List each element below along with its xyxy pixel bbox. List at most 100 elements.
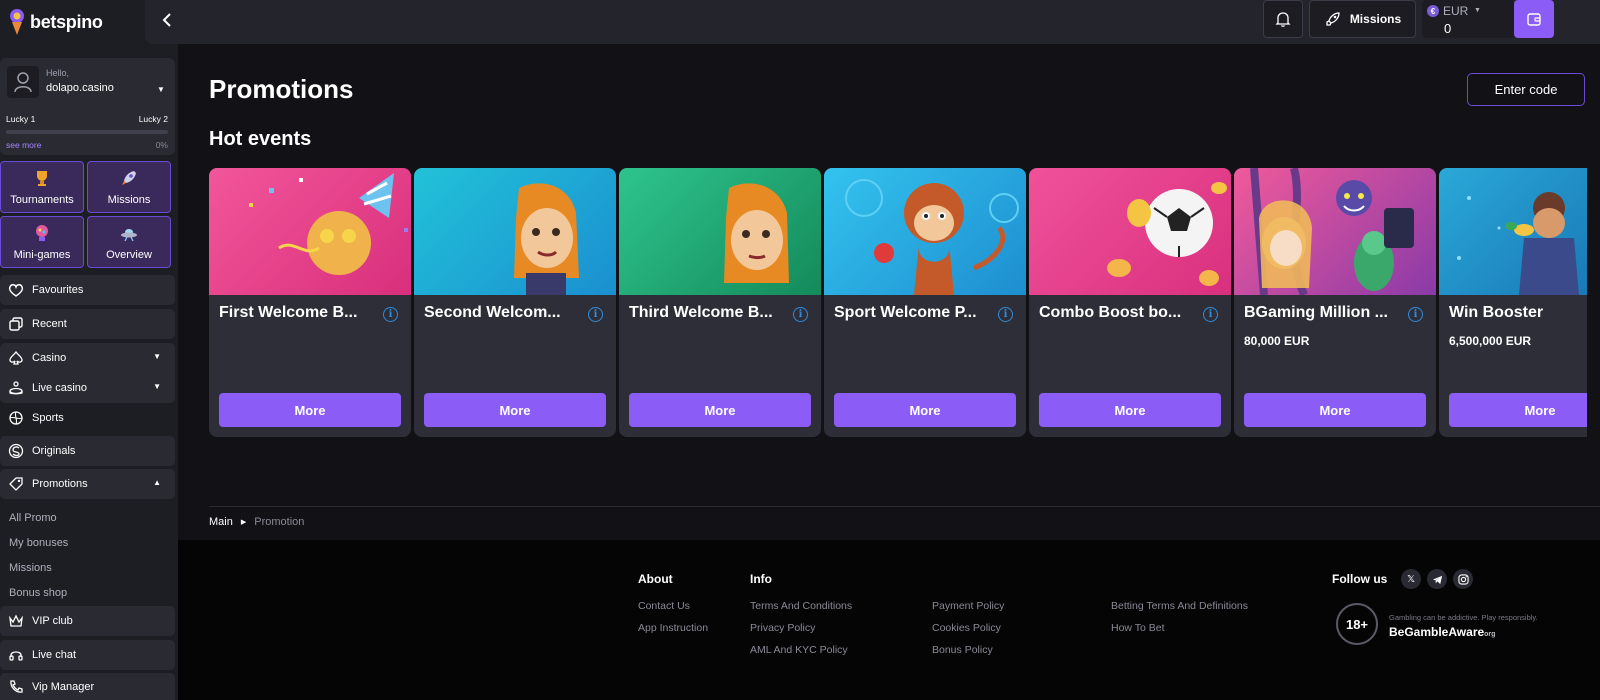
- nav-label: Casino: [32, 352, 67, 364]
- info-icon[interactable]: i: [998, 307, 1013, 322]
- promo-card[interactable]: Combo Boost bo... i More: [1029, 168, 1231, 437]
- footer-link[interactable]: Contact Us: [638, 600, 690, 612]
- chevron-left-icon: [162, 13, 171, 27]
- quick-link-mini-games[interactable]: Mini-games: [0, 216, 84, 268]
- age-restriction-badge: 18+: [1336, 603, 1378, 645]
- footer-about-heading: About: [638, 572, 673, 586]
- footer-link[interactable]: Cookies Policy: [932, 622, 1001, 634]
- promo-card-amount: 80,000 EUR: [1244, 334, 1310, 348]
- nav-label: Originals: [32, 445, 76, 457]
- nav-sports[interactable]: Sports: [0, 403, 175, 433]
- promo-card[interactable]: First Welcome B... i More: [209, 168, 411, 437]
- quick-link-overview[interactable]: Overview: [87, 216, 171, 268]
- nav-casino[interactable]: Casino ▼: [0, 348, 161, 368]
- quick-link-missions[interactable]: Missions: [87, 161, 171, 213]
- more-button[interactable]: More: [629, 393, 811, 427]
- footer-link[interactable]: Betting Terms And Definitions: [1111, 600, 1248, 612]
- caret-up-icon[interactable]: ▲: [153, 478, 161, 487]
- info-icon[interactable]: i: [1203, 307, 1218, 322]
- nav-casino-group: Casino ▼ Live casino ▼: [0, 343, 175, 403]
- wallet-button[interactable]: [1514, 0, 1554, 38]
- more-button[interactable]: More: [834, 393, 1016, 427]
- telegram-icon[interactable]: [1427, 569, 1447, 589]
- caret-down-icon[interactable]: ▼: [153, 352, 161, 361]
- rocket-icon: [119, 168, 139, 188]
- more-button[interactable]: More: [424, 393, 606, 427]
- nav-vip-club[interactable]: VIP club: [0, 606, 175, 636]
- see-more-link[interactable]: see more: [6, 140, 41, 150]
- breadcrumb-main-link[interactable]: Main: [209, 516, 233, 528]
- enter-code-button[interactable]: Enter code: [1467, 73, 1585, 106]
- crown-icon: [6, 611, 26, 631]
- promo-card[interactable]: Win Booster 6,500,000 EUR More: [1439, 168, 1587, 437]
- footer-link[interactable]: Payment Policy: [932, 600, 1004, 612]
- nav-live-casino[interactable]: Live casino ▼: [0, 378, 161, 398]
- footer-link[interactable]: Bonus Policy: [932, 644, 993, 656]
- heart-icon: [6, 280, 26, 300]
- begambleaware-logo[interactable]: BeGambleAwareorg: [1389, 625, 1495, 639]
- quick-link-tournaments[interactable]: Tournaments: [0, 161, 84, 213]
- user-avatar-icon: [14, 72, 32, 93]
- phone-icon: [6, 677, 26, 697]
- collapse-sidebar-button[interactable]: [157, 10, 177, 30]
- quick-link-label: Mini-games: [13, 249, 71, 261]
- quick-link-label: Missions: [107, 194, 151, 206]
- nav-promotions[interactable]: Promotions ▲: [0, 469, 175, 499]
- footer-link[interactable]: App Instruction: [638, 622, 708, 634]
- more-button[interactable]: More: [1449, 393, 1587, 427]
- footer-link[interactable]: Terms And Conditions: [750, 600, 852, 612]
- x-twitter-icon[interactable]: 𝕏: [1401, 569, 1421, 589]
- currency-selector[interactable]: € EUR ▼ 0: [1422, 0, 1514, 38]
- brand-logo[interactable]: betspino: [8, 6, 103, 38]
- sub-item-my-bonuses[interactable]: My bonuses: [9, 537, 68, 549]
- section-title: Hot events: [209, 128, 312, 150]
- progress-percent: 0%: [155, 140, 168, 150]
- footer-info-heading: Info: [750, 572, 772, 586]
- promo-card-title: Sport Welcome P...: [834, 304, 977, 321]
- rocket-icon: [1326, 12, 1340, 26]
- nav-live-chat[interactable]: Live chat: [0, 640, 175, 670]
- caret-down-icon[interactable]: ▼: [157, 85, 165, 94]
- nav-recent[interactable]: Recent: [0, 309, 175, 339]
- sub-item-bonus-shop[interactable]: Bonus shop: [9, 587, 67, 599]
- caret-down-icon[interactable]: ▼: [153, 382, 161, 391]
- username[interactable]: dolapo.casino: [46, 82, 114, 94]
- info-icon[interactable]: i: [383, 307, 398, 322]
- nav-favourites[interactable]: Favourites: [0, 275, 175, 305]
- breadcrumb-separator-icon: ▶: [240, 519, 247, 526]
- promo-card-image: [414, 168, 616, 295]
- instagram-icon[interactable]: [1453, 569, 1473, 589]
- promo-card-image: [1029, 168, 1231, 295]
- avatar[interactable]: [7, 66, 39, 98]
- promo-card-title: First Welcome B...: [219, 304, 358, 321]
- footer-link[interactable]: Privacy Policy: [750, 622, 815, 634]
- more-button[interactable]: More: [1244, 393, 1426, 427]
- tag-icon: [6, 474, 26, 494]
- footer-link[interactable]: How To Bet: [1111, 622, 1165, 634]
- info-icon[interactable]: i: [1408, 307, 1423, 322]
- footer-link[interactable]: AML And KYC Policy: [750, 644, 848, 656]
- gamble-brand-name: BeGambleAware: [1389, 625, 1485, 639]
- more-button[interactable]: More: [1039, 393, 1221, 427]
- promo-card[interactable]: Sport Welcome P... i More: [824, 168, 1026, 437]
- level-current: Lucky 1: [6, 114, 36, 124]
- promo-card-image: [824, 168, 1026, 295]
- info-icon[interactable]: i: [588, 307, 603, 322]
- promo-card[interactable]: Third Welcome B... i More: [619, 168, 821, 437]
- info-icon[interactable]: i: [793, 307, 808, 322]
- sub-item-all-promo[interactable]: All Promo: [9, 512, 57, 524]
- wallet-icon: [1527, 13, 1541, 26]
- nav-originals[interactable]: Originals: [0, 436, 175, 466]
- promo-card[interactable]: Second Welcom... i More: [414, 168, 616, 437]
- missions-button[interactable]: Missions: [1309, 0, 1416, 38]
- notifications-button[interactable]: [1263, 0, 1303, 38]
- promo-card-title: BGaming Million ...: [1244, 304, 1388, 321]
- bell-icon: [1275, 12, 1291, 27]
- more-button[interactable]: More: [219, 393, 401, 427]
- trophy-icon: [32, 168, 52, 188]
- sub-item-missions[interactable]: Missions: [9, 562, 52, 574]
- promo-card[interactable]: BGaming Million ... i 80,000 EUR More: [1234, 168, 1436, 437]
- spade-icon: [6, 348, 26, 368]
- promo-card-amount: 6,500,000 EUR: [1449, 334, 1532, 348]
- nav-vip-manager[interactable]: Vip Manager: [0, 673, 175, 700]
